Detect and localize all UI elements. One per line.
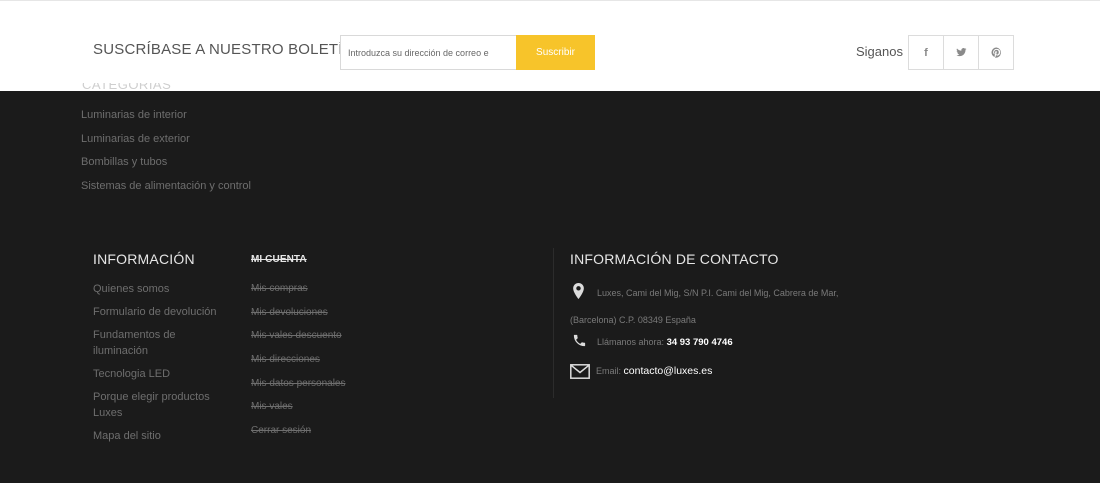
- newsletter-email-input[interactable]: [340, 35, 517, 70]
- account-link[interactable]: Mis devoluciones: [251, 307, 346, 331]
- subscribe-button[interactable]: Suscribir: [516, 35, 595, 70]
- account-link[interactable]: Mis vales: [251, 401, 346, 425]
- category-link[interactable]: Sistemas de alimentación y control: [81, 179, 251, 203]
- column-divider: [553, 248, 554, 398]
- information-link[interactable]: Mapa del sitio: [93, 428, 233, 444]
- newsletter-title: SUSCRÍBASE A NUESTRO BOLETÍN: [93, 41, 354, 58]
- information-link[interactable]: Tecnologia LED: [93, 366, 233, 382]
- facebook-icon: f: [924, 46, 928, 59]
- email-address[interactable]: contacto@luxes.es: [624, 365, 713, 377]
- contact-email: Email: contacto@luxes.es: [570, 362, 712, 385]
- pinterest-link[interactable]: [978, 35, 1014, 70]
- account-link[interactable]: Mis direcciones: [251, 354, 346, 378]
- account-link[interactable]: Mis datos personales: [251, 378, 346, 402]
- location-pin-icon: [573, 283, 587, 308]
- newsletter-bar: SUSCRÍBASE A NUESTRO BOLETÍN Suscribir S…: [0, 0, 1100, 91]
- information-link[interactable]: Quienes somos: [93, 281, 233, 297]
- category-link[interactable]: Bombillas y tubos: [81, 155, 251, 179]
- facebook-link[interactable]: f: [908, 35, 944, 70]
- envelope-icon: [570, 364, 590, 385]
- account-link[interactable]: Cerrar sesión: [251, 425, 346, 449]
- email-label: Email:: [596, 366, 622, 376]
- phone-number[interactable]: 34 93 790 4746: [667, 337, 733, 348]
- twitter-link[interactable]: [943, 35, 979, 70]
- category-link[interactable]: Luminarias de interior: [81, 108, 251, 132]
- contact-title: INFORMACIÓN DE CONTACTO: [570, 251, 779, 267]
- account-link[interactable]: Mis compras: [251, 283, 346, 307]
- account-title[interactable]: MI CUENTA: [251, 254, 307, 265]
- pinterest-icon: [991, 47, 1001, 58]
- phone-label: Llámanos ahora:: [597, 337, 665, 347]
- information-link[interactable]: Porque elegir productos Luxes: [93, 389, 233, 421]
- contact-address: Luxes, Cami del Mig, S/N P.I. Cami del M…: [570, 281, 870, 332]
- account-link[interactable]: Mis vales descuento: [251, 330, 346, 354]
- follow-us-label: Siganos: [856, 44, 903, 59]
- categories-heading: CATEGORÍAS: [82, 83, 172, 91]
- categories-list: Luminarias de interior Luminarias de ext…: [81, 108, 251, 202]
- information-link[interactable]: Formulario de devolución: [93, 304, 233, 320]
- contact-phone: Llámanos ahora: 34 93 790 4746: [572, 333, 733, 353]
- address-text: Luxes, Cami del Mig, S/N P.I. Cami del M…: [570, 288, 839, 325]
- twitter-icon: [955, 48, 967, 57]
- information-title: INFORMACIÓN: [93, 251, 195, 267]
- information-list: Quienes somos Formulario de devolución F…: [93, 281, 233, 451]
- account-list: Mis compras Mis devoluciones Mis vales d…: [251, 283, 346, 449]
- category-link[interactable]: Luminarias de exterior: [81, 132, 251, 156]
- phone-icon: [572, 333, 586, 353]
- information-link[interactable]: Fundamentos de iluminación: [93, 327, 233, 359]
